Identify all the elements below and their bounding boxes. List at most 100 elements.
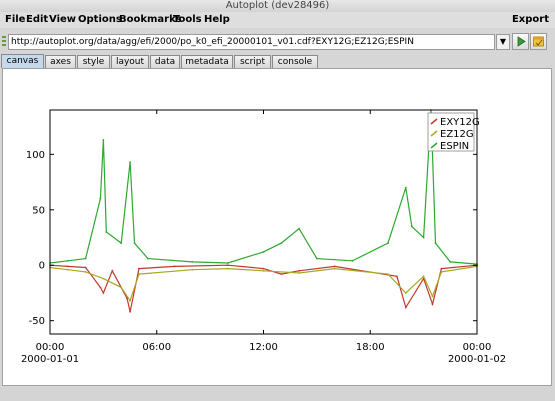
tab-axes[interactable]: axes [45,55,76,68]
menu-tools[interactable]: Tools [173,14,202,25]
tab-bar: canvas axes style layout data metadata s… [0,54,555,68]
drag-handle-icon[interactable] [1,34,7,50]
menu-export[interactable]: Export [512,14,549,25]
data-point-exy12g-13 [298,269,300,272]
menu-bar: File Edit View Options Bookmarks Tools H… [0,12,555,28]
menu-options[interactable]: Options [78,14,122,25]
data-point-ez12g-3 [102,277,105,280]
data-point-espin-6 [120,242,123,245]
x-tick-label: 18:00 [356,342,385,353]
address-row: http://autoplot.org/data/agg/efi/2000/po… [0,32,555,52]
data-point-ez12g-7 [191,268,194,271]
data-point-espin-22 [434,242,437,245]
x-tick-label: 00:00 [463,342,492,353]
menu-help[interactable]: Help [204,14,230,25]
data-point-espin-12 [262,251,265,253]
tab-style[interactable]: style [77,55,110,68]
menu-file[interactable]: File [5,14,25,25]
legend-label-ez12g: EZ12G [440,129,474,140]
bookmark-button[interactable] [530,33,547,50]
data-point-espin-1 [66,259,69,262]
data-point-exy12g-14 [333,265,336,268]
data-point-ez12g-8 [227,267,229,270]
data-point-ez12g-10 [298,272,300,274]
data-point-espin-8 [133,242,136,245]
data-point-espin-2 [84,257,87,260]
data-point-ez12g-2 [84,271,87,273]
data-point-exy12g-16 [404,306,407,309]
data-point-exy12g-1 [66,265,69,268]
x-tick-label: 00:00 [36,342,65,353]
data-point-ez12g-9 [262,269,265,272]
data-layer [49,109,478,313]
data-point-ez12g-14 [422,275,425,278]
data-point-espin-20 [422,236,425,239]
data-point-espin-17 [387,242,389,245]
data-point-espin-11 [227,262,229,264]
plot-frame [49,109,478,335]
data-point-exy12g-15 [396,275,398,278]
y-tick-label: 100 [26,150,45,161]
legend: EXY12GEZ12GESPIN [427,112,480,152]
tab-canvas[interactable]: canvas [1,54,44,68]
menu-edit[interactable]: Edit [26,14,48,25]
play-icon [517,36,526,47]
series-line-exy12g [49,264,478,312]
data-point-espin-3 [99,197,102,200]
y-tick-label: 0 [39,261,45,272]
data-point-ez12g-6 [138,273,140,275]
data-point-espin-5 [105,231,108,233]
go-button[interactable] [512,33,529,50]
data-point-exy12g-18 [431,303,434,305]
data-point-ez12g-16 [440,271,443,273]
data-point-espin-16 [351,259,354,262]
url-input[interactable]: http://autoplot.org/data/agg/efi/2000/po… [8,34,495,50]
menu-view[interactable]: View [49,14,76,25]
data-point-espin-4 [102,139,105,141]
plot-canvas[interactable]: -50 0 50 100 00:00 2000-01-01 06:00 12:00 18:00 0… [2,68,552,386]
data-point-exy12g-19 [440,267,443,270]
tab-script[interactable]: script [234,55,271,68]
data-point-espin-15 [316,257,318,260]
tab-layout[interactable]: layout [111,55,149,68]
legend-label-exy12g: EXY12G [440,117,480,128]
data-point-exy12g-9 [173,265,176,268]
data-point-exy12g-10 [227,264,229,267]
x-tick-label: 12:00 [249,342,278,353]
y-tick-label: 50 [32,205,45,216]
data-point-exy12g-5 [111,269,114,272]
tab-console[interactable]: console [272,55,318,68]
data-point-exy12g-12 [280,273,283,275]
data-point-ez12g-5 [129,299,131,302]
data-point-espin-13 [280,242,283,245]
data-point-exy12g-11 [262,267,265,270]
data-point-exy12g-8 [138,267,140,270]
status-bar [0,387,555,401]
data-point-ez12g-1 [66,268,69,271]
window-title: Autoplot (dev28496) [225,0,330,11]
data-point-espin-23 [449,261,452,263]
data-point-exy12g-7 [129,310,131,313]
series-line-espin [49,109,478,265]
data-point-espin-10 [191,261,194,263]
tab-data[interactable]: data [150,55,180,68]
legend-label-espin: ESPIN [440,141,469,152]
data-point-ez12g-12 [387,273,389,275]
data-point-espin-9 [147,257,149,260]
tab-metadata[interactable]: metadata [181,55,233,68]
y-tick-label: -50 [29,316,45,327]
x-tick-date-label: 2000-01-01 [21,354,79,365]
x-tick-date-label: 2000-01-02 [448,354,506,365]
window-titlebar: Autoplot (dev28496) [0,0,555,12]
data-point-exy12g-4 [102,292,105,294]
data-point-exy12g-3 [99,286,102,289]
data-point-ez12g-13 [404,292,407,294]
time-series-plot[interactable]: -5005010000:002000-01-0106:00 12:00 18:00 0… [3,69,551,385]
bookmark-icon [533,36,544,47]
url-history-dropdown[interactable]: ▼ [496,34,510,50]
data-point-espin-7 [129,161,131,163]
data-point-ez12g-15 [431,295,434,298]
x-tick-label: 06:00 [142,342,171,353]
data-point-ez12g-4 [120,286,123,289]
data-point-exy12g-2 [84,266,87,269]
